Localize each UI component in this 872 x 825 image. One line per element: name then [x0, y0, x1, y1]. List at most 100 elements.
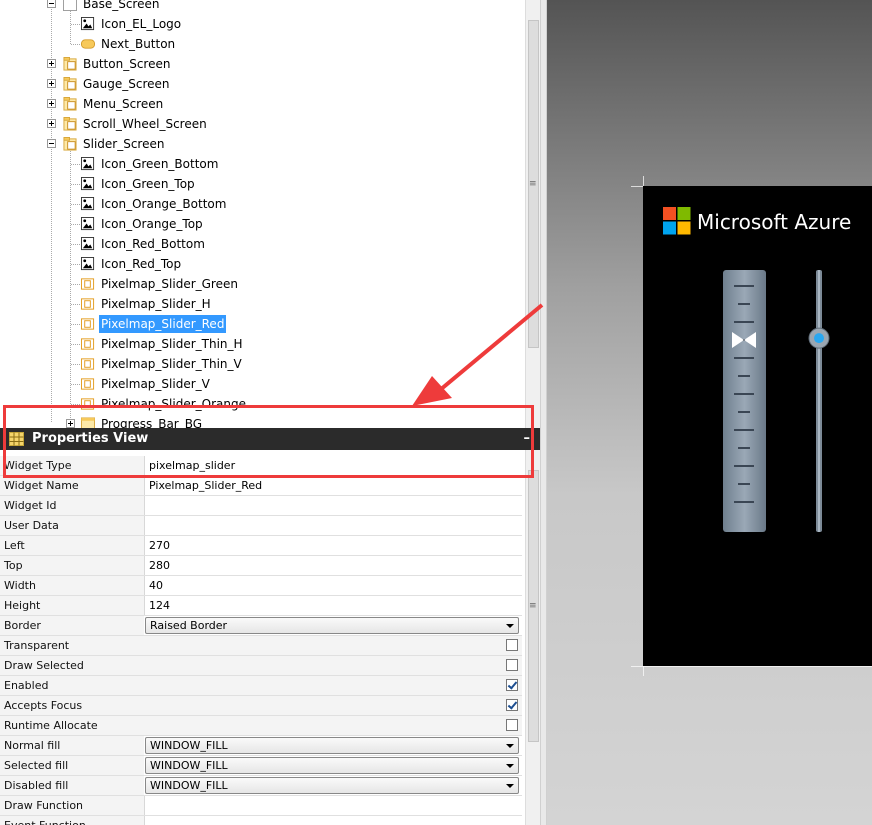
tree-guide-line	[71, 264, 80, 265]
chevron-down-icon	[506, 784, 514, 788]
tree-item[interactable]: Scroll_Wheel_Screen	[0, 114, 520, 134]
tree-item[interactable]: Icon_Orange_Bottom	[0, 194, 520, 214]
tree-scrollbar[interactable]: ≡	[525, 0, 540, 428]
property-checkbox[interactable]	[506, 679, 518, 691]
property-value-field[interactable]: 124	[144, 596, 522, 615]
button-icon	[81, 39, 95, 49]
pixelmap-slider-thin-v[interactable]	[806, 270, 832, 534]
tree-item-label: Icon_Green_Top	[101, 177, 195, 191]
expand-icon[interactable]	[47, 119, 56, 128]
tree-item[interactable]: Icon_Orange_Top	[0, 214, 520, 234]
slider-icon	[81, 318, 95, 330]
tree-guide-line	[71, 24, 80, 25]
property-row: Widget Type pixelmap_slider	[0, 456, 522, 476]
chevron-down-icon	[506, 764, 514, 768]
tree-item[interactable]: Pixelmap_Slider_Thin_V	[0, 354, 520, 374]
property-row: Enabled	[0, 676, 522, 696]
tree-item[interactable]: Icon_Red_Bottom	[0, 234, 520, 254]
property-name: Accepts Focus	[0, 696, 522, 715]
logo-text: Microsoft Azure	[697, 210, 852, 234]
tree-item[interactable]: Slider_Screen	[0, 134, 520, 154]
tree-item[interactable]: Pixelmap_Slider_H	[0, 294, 520, 314]
property-name: Height	[0, 596, 144, 615]
property-value-field[interactable]: 40	[144, 576, 522, 595]
property-select[interactable]: WINDOW_FILL	[145, 777, 519, 794]
image-icon	[81, 217, 95, 231]
property-select[interactable]: WINDOW_FILL	[145, 737, 519, 754]
tree-item-label: Pixelmap_Slider_Orange	[101, 397, 246, 411]
property-row: Widget Id	[0, 496, 522, 516]
image-icon	[81, 177, 95, 191]
expand-icon[interactable]	[47, 99, 56, 108]
tree-item-label: Gauge_Screen	[83, 77, 170, 91]
property-checkbox[interactable]	[506, 639, 518, 651]
property-select[interactable]: WINDOW_FILL	[145, 757, 519, 774]
property-value-field[interactable]: 280	[144, 556, 522, 575]
collapse-icon[interactable]	[47, 139, 56, 148]
tree-item-label: Base_Screen	[83, 0, 160, 11]
property-value-field[interactable]: 270	[144, 536, 522, 555]
property-name: Width	[0, 576, 144, 595]
property-value-field[interactable]	[144, 816, 522, 825]
tree-item[interactable]: Icon_Green_Bottom	[0, 154, 520, 174]
property-value-field[interactable]	[144, 516, 522, 535]
tree-item[interactable]: Pixelmap_Slider_Orange	[0, 394, 520, 414]
property-checkbox[interactable]	[506, 719, 518, 731]
tree-item-label: Pixelmap_Slider_Thin_V	[101, 357, 242, 371]
tree-item[interactable]: Pixelmap_Slider_Thin_H	[0, 334, 520, 354]
property-select[interactable]: Raised Border	[145, 617, 519, 634]
slider-icon	[81, 398, 95, 410]
target-screen[interactable]: Microsoft Azure	[643, 186, 872, 666]
slider-icon	[81, 338, 95, 350]
tree-item[interactable]: Next_Button	[0, 34, 520, 54]
tree-item[interactable]: Button_Screen	[0, 54, 520, 74]
tree-item[interactable]: Icon_Green_Top	[0, 174, 520, 194]
tree-guide-line	[71, 184, 80, 185]
property-name: Disabled fill	[0, 776, 144, 795]
tree-item[interactable]: Pixelmap_Slider_Red	[0, 314, 520, 334]
tree-item[interactable]: Progress_Bar_BG	[0, 414, 520, 428]
tree-item[interactable]: Icon_EL_Logo	[0, 14, 520, 34]
tree-item-label: Icon_Red_Bottom	[101, 237, 205, 251]
property-name: Widget Id	[0, 496, 144, 515]
tree-guide-line	[71, 364, 80, 365]
property-row: Top 280	[0, 556, 522, 576]
property-row: Draw Function	[0, 796, 522, 816]
slider-icon	[81, 298, 95, 310]
expand-icon[interactable]	[47, 59, 56, 68]
tree-item[interactable]: Menu_Screen	[0, 94, 520, 114]
expand-icon[interactable]	[47, 79, 56, 88]
property-checkbox[interactable]	[506, 659, 518, 671]
tree-item[interactable]: Pixelmap_Slider_V	[0, 374, 520, 394]
property-name: Runtime Allocate	[0, 716, 522, 735]
splitter[interactable]	[540, 0, 547, 825]
properties-scrollbar[interactable]: ≡	[525, 450, 541, 825]
microsoft-logo-icon	[663, 207, 691, 235]
property-value-field[interactable]	[144, 796, 522, 815]
expand-icon[interactable]	[66, 419, 75, 428]
property-row: Normal fill WINDOW_FILL	[0, 736, 522, 756]
pixelmap-slider-red[interactable]	[722, 270, 768, 534]
minimize-button[interactable]: –	[524, 428, 531, 450]
property-value-field[interactable]: pixelmap_slider	[144, 456, 522, 475]
collapse-icon[interactable]	[47, 0, 56, 8]
property-row: Disabled fill WINDOW_FILL	[0, 776, 522, 796]
properties-table: Widget Type pixelmap_slider Widget Name Pix…	[0, 450, 540, 825]
tree-item[interactable]: Base_Screen	[0, 0, 520, 14]
project-tree: Base_Screen Icon_EL_Logo Next_Button Button…	[0, 0, 540, 428]
slider-icon	[81, 278, 95, 290]
folder-screen-icon	[63, 97, 77, 111]
tree-item[interactable]: Icon_Red_Top	[0, 254, 520, 274]
property-value-field[interactable]	[144, 496, 522, 515]
folder-screen-icon	[63, 117, 77, 131]
property-name: Draw Selected	[0, 656, 522, 675]
tree-item[interactable]: Pixelmap_Slider_Green	[0, 274, 520, 294]
folder-screen-icon	[63, 57, 77, 71]
property-row: Height 124	[0, 596, 522, 616]
property-name: Left	[0, 536, 144, 555]
tree-item-label: Scroll_Wheel_Screen	[83, 117, 207, 131]
property-checkbox[interactable]	[506, 699, 518, 711]
property-value-field[interactable]: Pixelmap_Slider_Red	[144, 476, 522, 495]
tree-item[interactable]: Gauge_Screen	[0, 74, 520, 94]
property-name: Widget Name	[0, 476, 144, 495]
